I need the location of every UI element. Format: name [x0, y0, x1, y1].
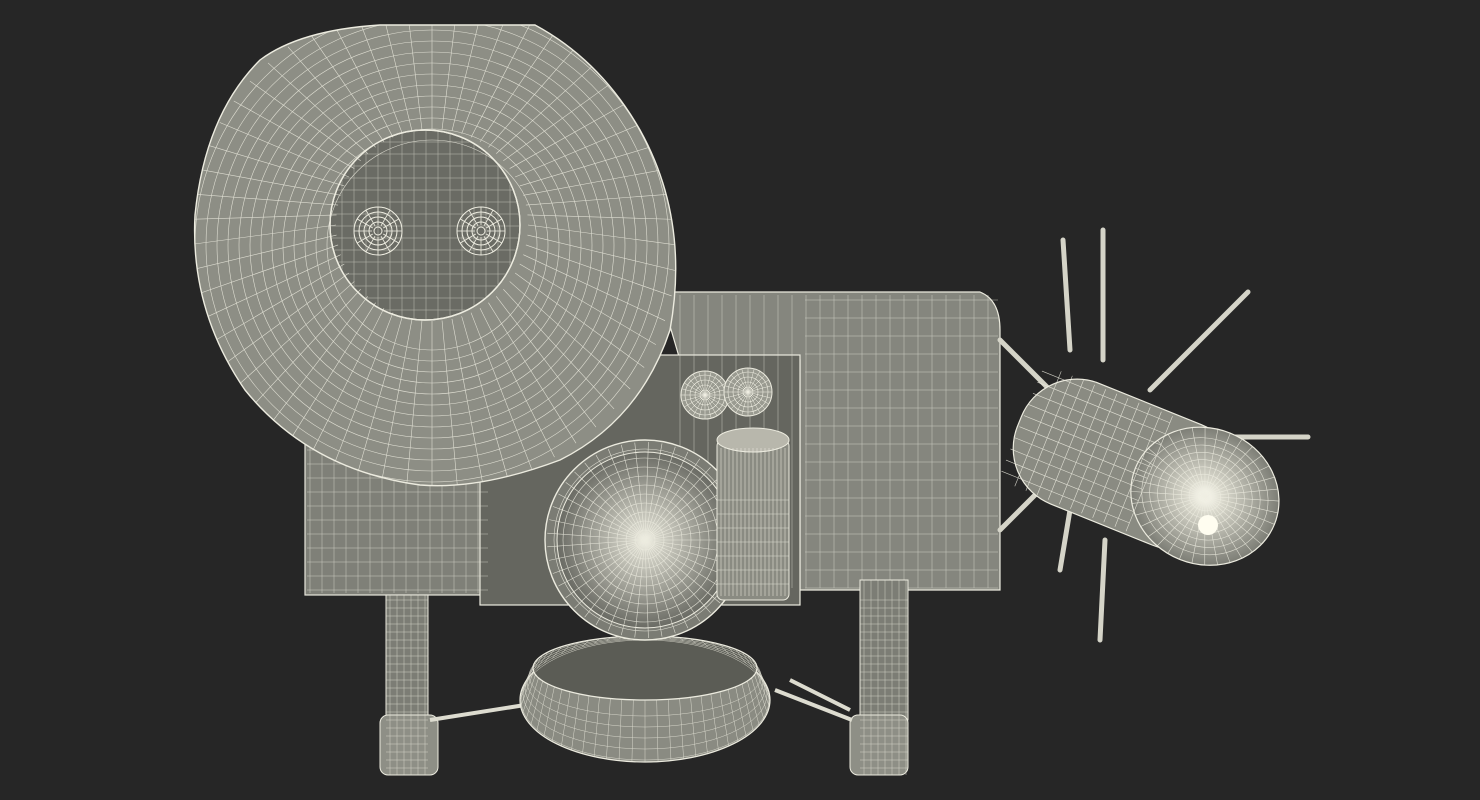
- probe-highlight: [1198, 515, 1218, 535]
- probe-spike: [1097, 537, 1108, 643]
- spiked-probe: [997, 227, 1311, 643]
- probe-spike: [1147, 289, 1251, 393]
- right-leg: [849, 579, 909, 776]
- wireframe-model: [193, 24, 1311, 776]
- motor-cylinder: [716, 427, 790, 601]
- probe-spike: [1060, 237, 1073, 353]
- left-leg: [379, 594, 439, 776]
- bottom-ring: [519, 635, 771, 763]
- lens-dish: [544, 439, 746, 641]
- gear: [680, 370, 730, 420]
- large-ring-torus: [193, 24, 677, 487]
- gear: [723, 367, 773, 417]
- render-viewport: [0, 0, 1480, 800]
